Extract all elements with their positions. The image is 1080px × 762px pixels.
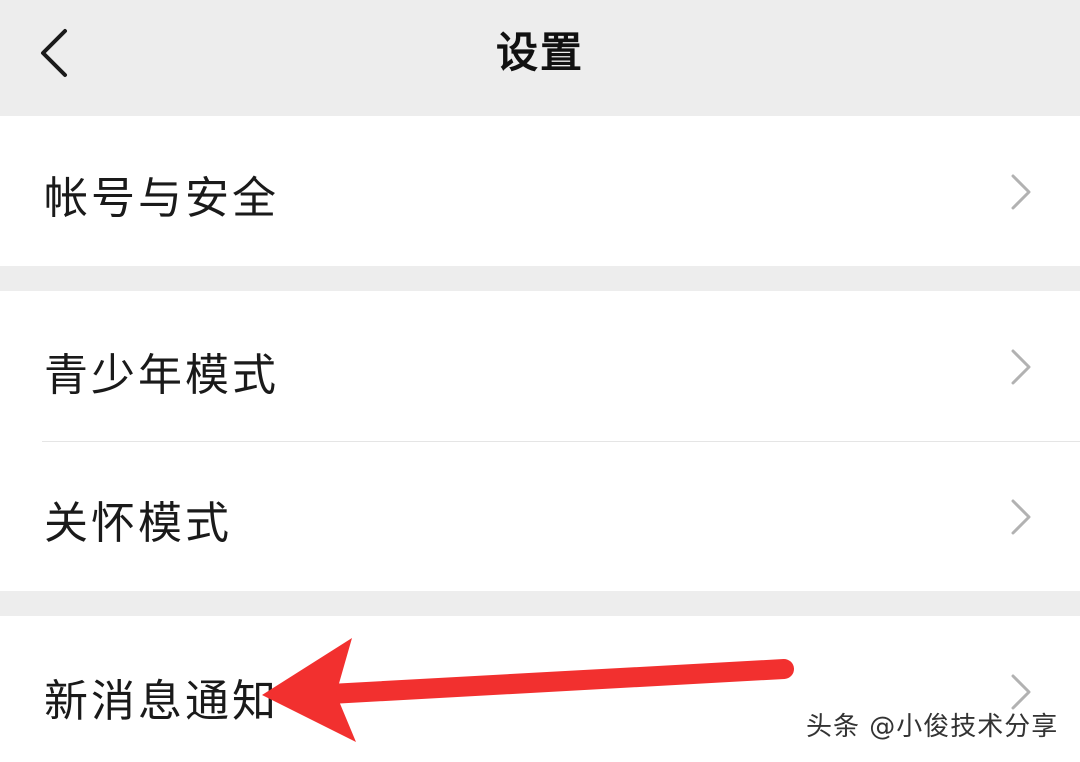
chevron-right-icon [1011,499,1031,535]
chevron-right-icon [1011,174,1031,210]
watermark-text: 头条 @小俊技术分享 [806,712,1059,742]
teen-mode-item[interactable]: 青少年模式 [0,291,1080,441]
settings-group-modes: 青少年模式 关怀模式 [0,291,1080,591]
care-mode-item[interactable]: 关怀模式 [0,442,1080,591]
account-security-label: 帐号与安全 [44,173,279,224]
teen-mode-label: 青少年模式 [44,350,279,401]
new-message-notification-label: 新消息通知 [44,676,279,727]
page-title: 设置 [495,28,584,77]
care-mode-label: 关怀模式 [44,498,232,549]
header-bar: 设置 [0,0,1080,116]
account-security-item[interactable]: 帐号与安全 [0,116,1080,266]
chevron-right-icon [1011,349,1031,385]
settings-group-account: 帐号与安全 [0,116,1080,266]
